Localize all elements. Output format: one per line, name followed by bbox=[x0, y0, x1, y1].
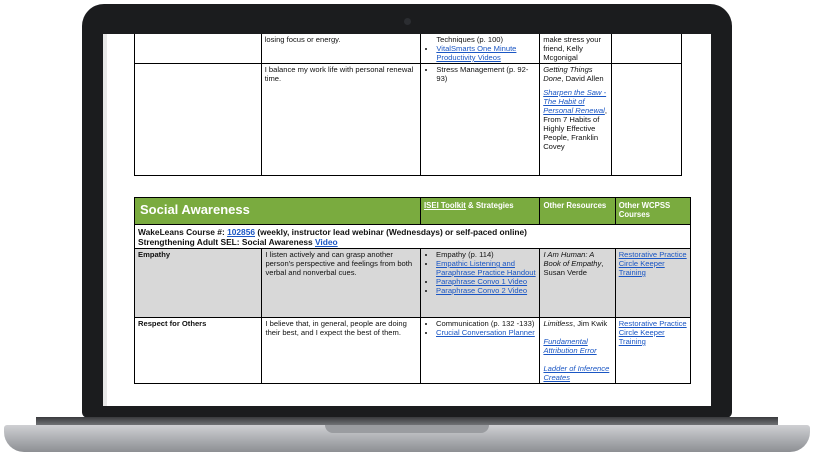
strategies-cell: Techniques (p. 100) VitalSmarts One Minu… bbox=[420, 34, 541, 64]
resources-cell: Getting Things Done, David Allen Sharpen… bbox=[539, 63, 613, 176]
course-number-link[interactable]: 102856 bbox=[227, 227, 255, 237]
video-link[interactable]: Video bbox=[315, 237, 338, 247]
resources-cell: Limitless, Jim Kwik Fundamental Attribut… bbox=[539, 317, 616, 384]
laptop-base-notch bbox=[325, 425, 489, 433]
wcpss-courses-header: Other WCPSS Courses bbox=[614, 197, 692, 225]
resources-cell: I Am Human: A Book of Empathy, Susan Ver… bbox=[539, 248, 616, 318]
social-awareness-table: Social Awareness ISEI Toolkit & Strategi… bbox=[133, 197, 692, 384]
camera-icon bbox=[404, 18, 411, 25]
course-cell: WakeLeans Course #: 102856 (weekly, inst… bbox=[134, 224, 691, 249]
isei-header: ISEI Toolkit & Strategies bbox=[420, 197, 541, 225]
statement-cell: I balance my work life with personal ren… bbox=[260, 63, 422, 176]
strategies-cell: Communication (p. 132 -133) Crucial Conv… bbox=[420, 317, 541, 384]
statement-cell: losing focus or energy. bbox=[260, 34, 422, 64]
table-row-empathy: Empathy I listen actively and can grasp … bbox=[133, 248, 692, 318]
courses-cell bbox=[611, 34, 682, 64]
strategies-cell: Stress Management (p. 92-93) bbox=[420, 63, 541, 176]
courses-cell bbox=[611, 63, 682, 176]
statement-cell: I listen actively and can grasp another … bbox=[261, 248, 422, 318]
attribution-error-link[interactable]: Fundamental Attribution Error bbox=[543, 337, 596, 355]
courses-cell: Restorative Practice Circle Keeper Train… bbox=[614, 317, 692, 384]
ladder-inference-link[interactable]: Ladder of Inference Creates bbox=[543, 364, 609, 382]
sharpen-saw-link[interactable]: Sharpen the Saw - The Habit of Personal … bbox=[543, 88, 606, 115]
empathic-listening-link[interactable]: Empathic Listening and Paraphrase Practi… bbox=[436, 259, 536, 277]
table-row: I balance my work life with personal ren… bbox=[134, 63, 682, 176]
competency-name: Respect for Others bbox=[133, 317, 263, 384]
restorative-practice-link[interactable]: Restorative Practice Circle Keeper Train… bbox=[619, 250, 687, 277]
competency-name: Empathy bbox=[133, 248, 263, 318]
self-management-table: losing focus or energy. Techniques (p. 1… bbox=[134, 34, 682, 176]
strategies-cell: Empathy (p. 114) Empathic Listening and … bbox=[420, 248, 541, 318]
vitalsmarts-link[interactable]: VitalSmarts One Minute Productivity Vide… bbox=[436, 44, 516, 62]
courses-cell: Restorative Practice Circle Keeper Train… bbox=[614, 248, 692, 318]
competency-cell bbox=[134, 63, 262, 176]
statement-cell: I believe that, in general, people are d… bbox=[261, 317, 422, 384]
course-row: WakeLeans Course #: 102856 (weekly, inst… bbox=[134, 224, 691, 249]
isei-toolkit-link[interactable]: ISEI Toolkit bbox=[424, 201, 466, 210]
competency-cell bbox=[134, 34, 262, 64]
paraphrase-convo-1-link[interactable]: Paraphrase Convo 1 Video bbox=[436, 277, 527, 286]
document-screen: losing focus or energy. Techniques (p. 1… bbox=[103, 34, 711, 406]
page-edge bbox=[103, 34, 107, 406]
restorative-practice-link[interactable]: Restorative Practice Circle Keeper Train… bbox=[619, 319, 687, 346]
other-resources-header: Other Resources bbox=[539, 197, 616, 225]
crucial-conversation-link[interactable]: Crucial Conversation Planner bbox=[436, 328, 535, 337]
paraphrase-convo-2-link[interactable]: Paraphrase Convo 2 Video bbox=[436, 286, 527, 295]
resources-cell: make stress your friend, Kelly Mcgonigal bbox=[539, 34, 613, 64]
section-header-row: Social Awareness ISEI Toolkit & Strategi… bbox=[133, 197, 692, 225]
section-title: Social Awareness bbox=[133, 197, 422, 225]
table-row: losing focus or energy. Techniques (p. 1… bbox=[134, 34, 682, 64]
table-row-respect: Respect for Others I believe that, in ge… bbox=[133, 317, 692, 384]
